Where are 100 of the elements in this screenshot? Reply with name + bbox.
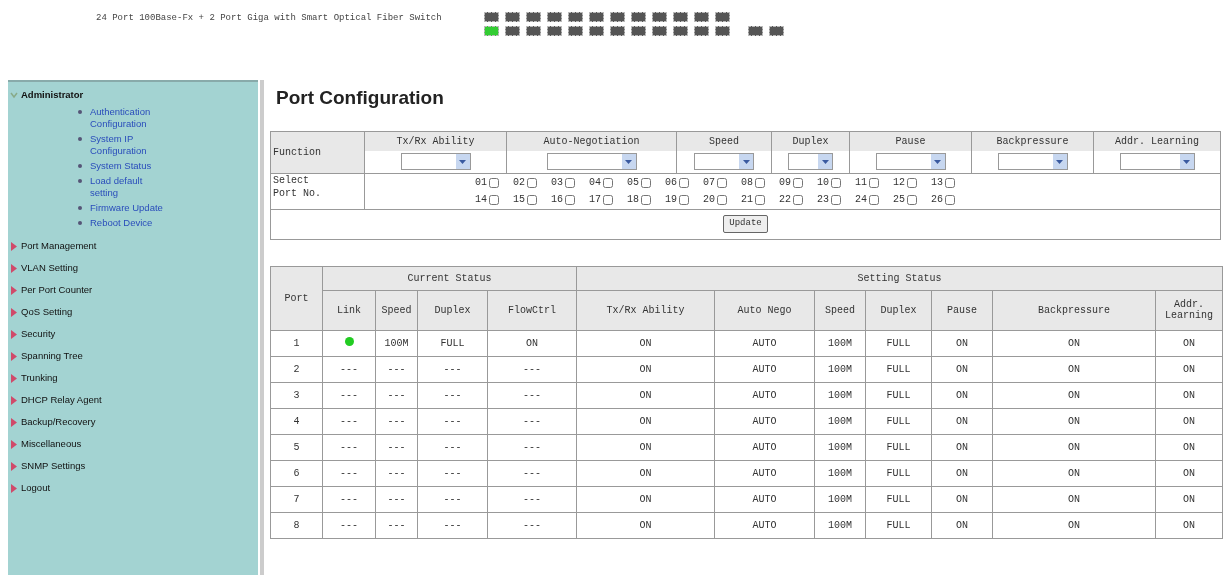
dropdown-field[interactable] xyxy=(788,153,833,171)
port-checkbox[interactable] xyxy=(679,177,689,188)
table-cell: FULL xyxy=(865,486,932,512)
table-cell: FULL xyxy=(865,512,932,538)
table-cell: ON xyxy=(931,434,993,460)
caret-icon xyxy=(10,373,18,383)
port-checkbox[interactable] xyxy=(907,194,917,205)
table-cell: FULL xyxy=(417,330,488,356)
port-number: 18 xyxy=(627,193,639,207)
port-number: 07 xyxy=(703,176,715,190)
bullet-icon xyxy=(78,221,82,225)
submenu-link[interactable]: Reboot Device xyxy=(90,217,170,229)
port-checkbox[interactable] xyxy=(793,177,803,188)
table-cell: ON xyxy=(931,486,993,512)
table-cell: --- xyxy=(487,356,577,382)
column-header: Pause xyxy=(931,290,993,330)
port-number: 14 xyxy=(475,193,487,207)
table-cell: --- xyxy=(417,408,488,434)
column-header: Duplex xyxy=(771,131,850,151)
menu-item[interactable]: Port Management xyxy=(21,238,97,254)
menu-item[interactable]: Backup/Recovery xyxy=(21,414,96,430)
dropdown-field[interactable] xyxy=(400,153,471,171)
caret-icon xyxy=(10,351,18,361)
device-title: 24 Port 100Base-Fx + 2 Port Giga with Smart Optical Fiber Switch xyxy=(96,12,442,25)
menu-item[interactable]: DHCP Relay Agent xyxy=(21,392,102,408)
caret-icon xyxy=(10,439,18,449)
table-cell: ON xyxy=(931,512,993,538)
table-cell: ON xyxy=(992,356,1156,382)
port-checkbox[interactable] xyxy=(945,194,955,205)
port-checkbox[interactable] xyxy=(831,177,841,188)
menu-item[interactable]: Administrator xyxy=(21,87,84,103)
port-number: 01 xyxy=(475,176,487,190)
table-cell: 100M xyxy=(814,382,866,408)
port-checkbox[interactable] xyxy=(679,194,689,205)
table-cell: ON xyxy=(931,382,993,408)
submenu-link[interactable]: System IP Configuration xyxy=(90,133,170,157)
port-checkbox[interactable] xyxy=(793,194,803,205)
table-cell: ON xyxy=(931,408,993,434)
table-cell: ON xyxy=(992,330,1156,356)
dropdown-field[interactable] xyxy=(875,153,946,171)
column-header: Duplex xyxy=(417,290,488,330)
port-checkbox[interactable] xyxy=(641,177,651,188)
submenu-link[interactable]: Authentication Configuration xyxy=(90,106,170,130)
port-checkbox[interactable] xyxy=(945,177,955,188)
update-button[interactable]: Update xyxy=(723,215,768,233)
group-header: Current Status xyxy=(322,266,577,290)
port-checkbox[interactable] xyxy=(755,177,765,188)
port-checkbox[interactable] xyxy=(831,194,841,205)
port-checkbox[interactable] xyxy=(717,177,727,188)
port-checkbox[interactable] xyxy=(527,194,537,205)
port-checkbox[interactable] xyxy=(603,177,613,188)
port-number: 24 xyxy=(855,193,867,207)
dropdown-field[interactable] xyxy=(694,153,754,171)
port-number: 21 xyxy=(741,193,753,207)
port-checkbox[interactable] xyxy=(755,194,765,205)
table-cell: 4 xyxy=(270,408,323,434)
port-checkbox[interactable] xyxy=(489,194,499,205)
table-cell: AUTO xyxy=(714,486,815,512)
menu-item[interactable]: Logout xyxy=(21,480,51,496)
table-cell: 100M xyxy=(814,356,866,382)
menu-item[interactable]: Spanning Tree xyxy=(21,348,83,364)
port-checkbox[interactable] xyxy=(869,177,879,188)
menu-item[interactable]: SNMP Settings xyxy=(21,458,86,474)
submenu-link[interactable]: Load default setting xyxy=(90,175,170,199)
port-checkbox[interactable] xyxy=(869,194,879,205)
menu-item[interactable]: Trunking xyxy=(21,370,58,386)
menu-item[interactable]: QoS Setting xyxy=(21,304,73,320)
submenu-link[interactable]: System Status xyxy=(90,160,170,172)
menu-item[interactable]: Security xyxy=(21,326,56,342)
table-cell: ON xyxy=(992,460,1156,486)
menu-item[interactable]: Per Port Counter xyxy=(21,282,93,298)
dropdown-field[interactable] xyxy=(546,153,637,171)
table-cell: ON xyxy=(487,330,577,356)
port-checkbox[interactable] xyxy=(489,177,499,188)
menu-item[interactable]: Miscellaneous xyxy=(21,436,82,452)
submenu-link[interactable]: Firmware Update xyxy=(90,202,170,214)
port-checkbox[interactable] xyxy=(907,177,917,188)
page-title: Port Configuration xyxy=(276,86,445,110)
port-checkbox[interactable] xyxy=(603,194,613,205)
dropdown-field[interactable] xyxy=(997,153,1068,171)
table-cell: ON xyxy=(576,486,715,512)
table-cell: AUTO xyxy=(714,330,815,356)
dropdown-field[interactable] xyxy=(1119,153,1195,171)
column-header: Addr. Learning xyxy=(1093,131,1221,151)
table-cell: AUTO xyxy=(714,382,815,408)
port-checkbox[interactable] xyxy=(565,194,575,205)
port-number: 22 xyxy=(779,193,791,207)
table-cell: ON xyxy=(1155,356,1223,382)
table-cell: FULL xyxy=(865,356,932,382)
table-cell: --- xyxy=(417,434,488,460)
port-number: 08 xyxy=(741,176,753,190)
menu-item[interactable]: VLAN Setting xyxy=(21,260,79,276)
port-checkbox[interactable] xyxy=(565,177,575,188)
port-checkbox[interactable] xyxy=(717,194,727,205)
port-checkbox[interactable] xyxy=(527,177,537,188)
port-checkbox[interactable] xyxy=(641,194,651,205)
table-cell: ON xyxy=(992,434,1156,460)
caret-icon xyxy=(10,307,18,317)
table-cell: AUTO xyxy=(714,512,815,538)
column-header: Backpressure xyxy=(971,131,1094,151)
